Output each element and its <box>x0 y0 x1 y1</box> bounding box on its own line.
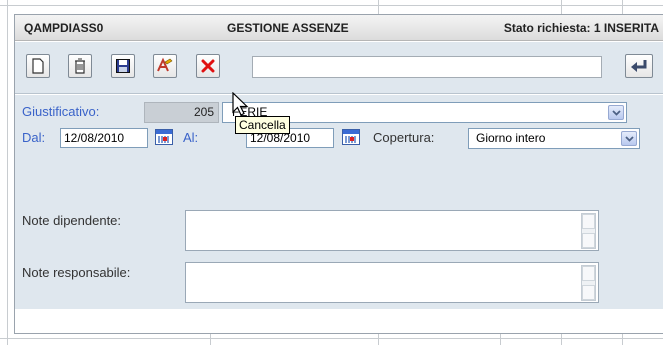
spell-check-icon <box>157 57 173 72</box>
toolbar-status-field <box>252 56 602 78</box>
page-title: GESTIONE ASSENZE <box>227 21 349 35</box>
delete-document-icon <box>75 58 85 74</box>
grid-line <box>0 5 663 6</box>
grid-line <box>561 0 562 14</box>
grid-line <box>0 338 663 339</box>
grid-line <box>378 334 379 345</box>
grid-line <box>7 0 8 345</box>
grid-line <box>561 334 562 345</box>
dal-label: Dal: <box>22 130 46 145</box>
note-responsabile-scrollbar[interactable] <box>581 265 596 301</box>
grid-line <box>500 334 501 345</box>
dal-calendar-icon[interactable] <box>155 129 173 145</box>
note-dipendente-label: Note dipendente: <box>22 213 122 228</box>
save-button[interactable] <box>111 54 135 78</box>
cancel-icon <box>201 59 215 73</box>
request-status: Stato richiesta: 1 INSERITA <box>503 21 659 35</box>
new-document-icon <box>32 58 44 74</box>
toolbar <box>15 42 663 94</box>
back-button[interactable] <box>625 54 653 78</box>
note-dipendente-scrollbar[interactable] <box>581 213 596 249</box>
scroll-up-button[interactable] <box>582 266 595 281</box>
cancel-button[interactable] <box>196 54 220 78</box>
copertura-value: Giorno intero <box>476 131 546 145</box>
new-button[interactable] <box>26 54 50 78</box>
copertura-select[interactable]: Giorno intero <box>468 128 640 149</box>
al-calendar-icon[interactable] <box>342 129 360 145</box>
giustificativo-label: Giustificativo: <box>22 104 100 119</box>
dal-date-input[interactable]: 12/08/2010 <box>60 128 148 148</box>
grid-line <box>622 334 623 345</box>
absence-management-panel: QAMPDIASS0 GESTIONE ASSENZE Stato richie… <box>14 14 663 334</box>
return-arrow-icon <box>631 60 647 72</box>
cancel-tooltip: Cancella <box>235 116 290 134</box>
title-bar: QAMPDIASS0 GESTIONE ASSENZE Stato richie… <box>15 15 663 41</box>
al-label: Al: <box>183 130 199 145</box>
chevron-down-icon[interactable] <box>621 131 637 146</box>
copertura-label: Copertura: <box>373 130 435 145</box>
grid-line <box>210 334 211 345</box>
absence-form: Giustificativo: 205 FERIE Dal: 12/08/201… <box>15 95 663 309</box>
note-dipendente-textarea[interactable] <box>185 210 599 251</box>
mouse-pointer-icon <box>232 92 249 116</box>
note-responsabile-textarea[interactable] <box>185 262 599 303</box>
delete-record-button[interactable] <box>68 54 92 78</box>
note-responsabile-label: Note responsabile: <box>22 265 131 280</box>
scroll-down-button[interactable] <box>582 285 595 300</box>
giustificativo-code-field: 205 <box>144 102 219 123</box>
scroll-up-button[interactable] <box>582 214 595 229</box>
save-icon <box>116 59 130 73</box>
grid-line <box>378 0 379 14</box>
chevron-down-icon[interactable] <box>608 105 624 120</box>
scroll-down-button[interactable] <box>582 233 595 248</box>
program-code: QAMPDIASS0 <box>24 21 104 35</box>
spell-check-button[interactable] <box>153 54 177 78</box>
grid-line <box>622 0 623 14</box>
